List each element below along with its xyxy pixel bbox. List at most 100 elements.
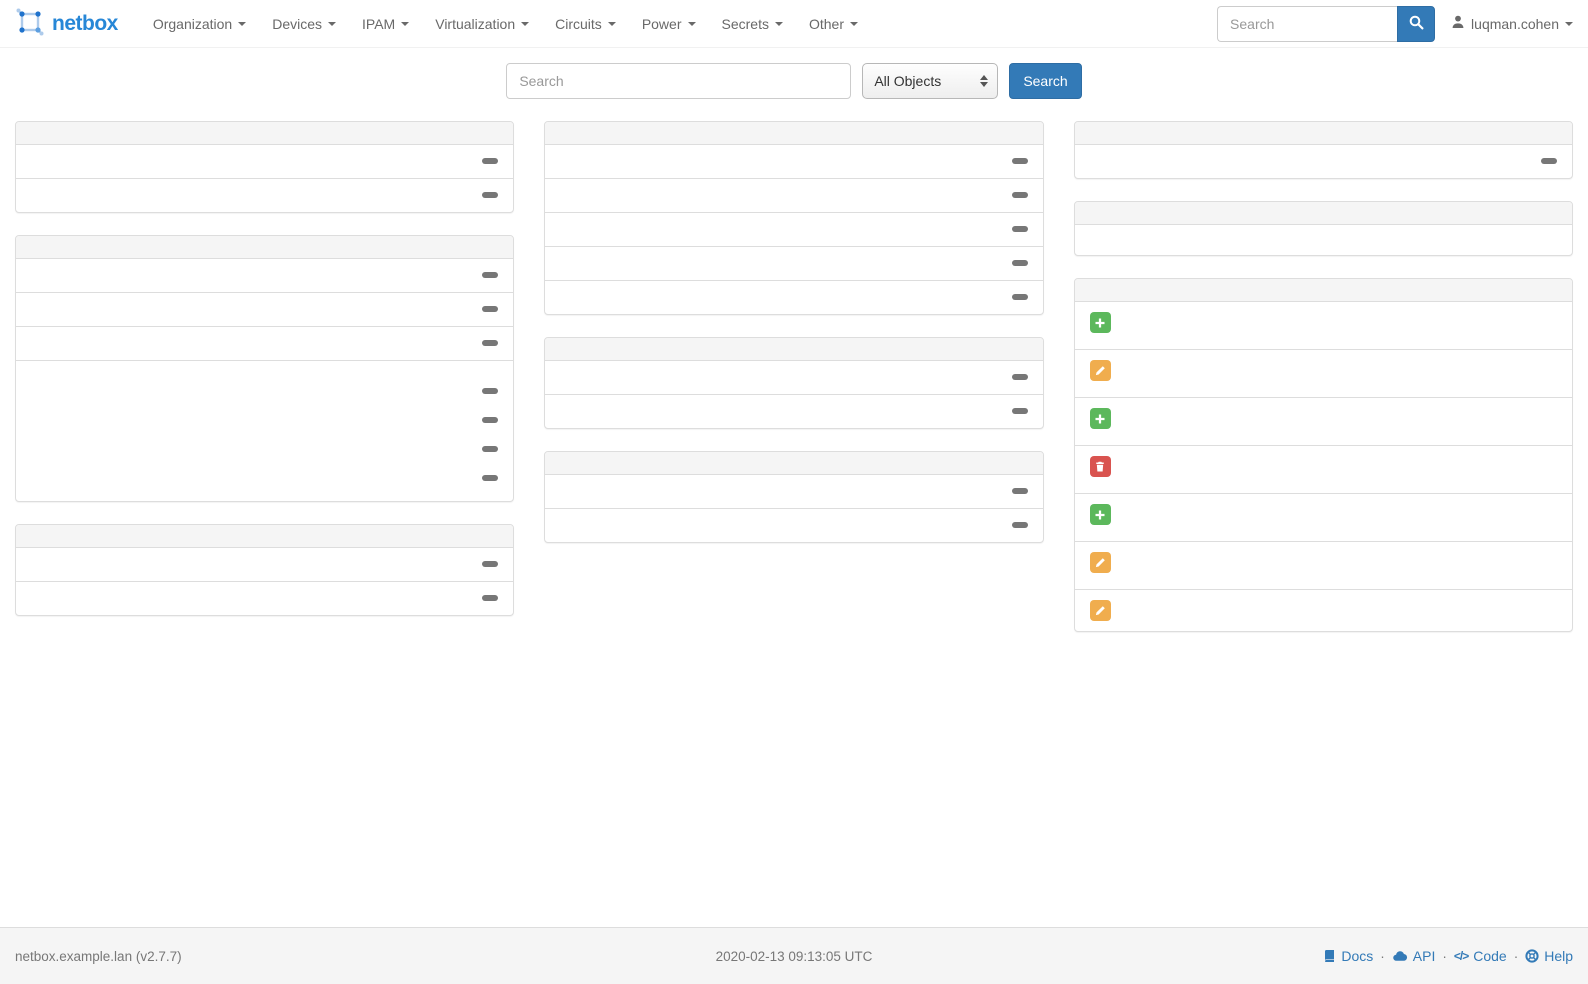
changelog-entry-line: [1090, 600, 1557, 621]
count-badge-interfaces: [482, 417, 498, 423]
count-badge-power-feeds: [482, 561, 498, 567]
add-icon: [1090, 504, 1111, 525]
item-head: [560, 155, 1027, 164]
nav-menu-label: IPAM: [362, 16, 395, 32]
nav-menu-label: Devices: [272, 16, 322, 32]
panel-item-power-feeds: [16, 548, 513, 581]
select-stepper-icon: [980, 75, 988, 87]
item-head: [560, 189, 1027, 198]
item-head: [31, 337, 498, 346]
panel-item-device-types: [16, 292, 513, 326]
panel-item-sites: [16, 145, 513, 178]
panel-dcim: [15, 235, 514, 502]
navbar-search-input[interactable]: [1217, 6, 1397, 42]
footer-link-help[interactable]: Help: [1525, 948, 1573, 964]
chevron-down-icon: [238, 22, 246, 26]
nav-menu-virtualization[interactable]: Virtualization: [422, 0, 542, 48]
footer-hostname: netbox.example.lan (v2.7.7): [15, 949, 182, 964]
dashboard: [0, 109, 1588, 927]
user-menu[interactable]: luqman.cohen: [1451, 15, 1573, 32]
page: netbox Organization Devices IPAM Virtualiza…: [0, 0, 1588, 984]
footer-link-code[interactable]: </>Code: [1454, 948, 1507, 964]
brand-name: netbox: [52, 12, 118, 36]
nav-menu-power[interactable]: Power: [629, 0, 709, 48]
panel-item-clusters: [545, 475, 1042, 508]
chevron-down-icon: [608, 22, 616, 26]
count-badge-vlans: [1012, 294, 1028, 300]
footer-link-api[interactable]: API: [1392, 948, 1436, 964]
changelog-entry: [1075, 493, 1572, 541]
dashboard-column-3: [1074, 121, 1573, 632]
count-badge-power: [482, 475, 498, 481]
count-badge-secrets: [1541, 158, 1557, 164]
footer: netbox.example.lan (v2.7.7) 2020-02-13 0…: [0, 927, 1588, 984]
chevron-down-icon: [688, 22, 696, 26]
api-icon: [1392, 949, 1408, 963]
add-icon: [1090, 408, 1111, 429]
changelog-entry: [1075, 397, 1572, 445]
global-search-input[interactable]: [506, 63, 851, 99]
panel-change-log: [1074, 278, 1573, 632]
changelog-entry: [1075, 349, 1572, 397]
count-badge-clusters: [1012, 488, 1028, 494]
nav-menu-secrets[interactable]: Secrets: [709, 0, 796, 48]
panel-title-power: [16, 525, 513, 548]
nav-menu-other[interactable]: Other: [796, 0, 871, 48]
panel-title-secrets: [1075, 122, 1572, 145]
dashboard-column-2: [544, 121, 1043, 543]
footer-link-label: API: [1413, 948, 1436, 964]
panel-title-circuits: [545, 338, 1042, 361]
count-badge-vrfs: [1012, 158, 1028, 164]
nav-menu-devices[interactable]: Devices: [259, 0, 349, 48]
panel-power: [15, 524, 514, 616]
nav-menu-circuits[interactable]: Circuits: [542, 0, 629, 48]
username: luqman.cohen: [1471, 16, 1559, 32]
global-search-button[interactable]: Search: [1009, 63, 1081, 99]
panel-title-ipam: [545, 122, 1042, 145]
footer-separator: ·: [1442, 949, 1447, 964]
footer-timestamp: 2020-02-13 09:13:05 UTC: [716, 949, 873, 964]
footer-separator: ·: [1514, 949, 1519, 964]
panel-title-virtualization: [545, 452, 1042, 475]
count-badge-devices: [482, 340, 498, 346]
panel-title-organization: [16, 122, 513, 145]
nav-menu-label: Circuits: [555, 16, 602, 32]
panel-item-prefixes: [545, 212, 1042, 246]
item-head: [1090, 155, 1557, 164]
count-badge-circuits: [1012, 408, 1028, 414]
panel-subsection-connections: [16, 360, 513, 501]
changelog-entry-line: [1090, 360, 1557, 381]
panel-ipam: [544, 121, 1043, 315]
changelog-entry: [1075, 541, 1572, 589]
docs-icon: [1322, 949, 1336, 963]
panel-title-dcim: [16, 236, 513, 259]
footer-links: Docs·API·</>Code·Help: [1322, 948, 1573, 964]
changelog-entry-line: [1090, 504, 1557, 525]
nav-menu-organization[interactable]: Organization: [140, 0, 259, 48]
count-badge-sites: [482, 158, 498, 164]
panel-item-providers: [545, 361, 1042, 394]
help-icon: [1525, 949, 1539, 963]
search-icon: [1409, 15, 1424, 33]
panel-secrets: [1074, 121, 1573, 179]
chevron-down-icon: [850, 22, 858, 26]
item-head: [560, 291, 1027, 300]
brand[interactable]: netbox: [15, 7, 118, 40]
item-head: [31, 558, 498, 567]
count-badge-device-types: [482, 306, 498, 312]
panel-item-power-panels: [16, 581, 513, 615]
count-badge-cables: [482, 388, 498, 394]
navbar: netbox Organization Devices IPAM Virtualiza…: [0, 0, 1588, 48]
object-type-select[interactable]: All Objects: [862, 63, 998, 99]
panel-item-tenants: [16, 178, 513, 212]
panel-item-circuits: [545, 394, 1042, 428]
panel-item-ip-addresses: [545, 246, 1042, 280]
changelog-entry-line: [1090, 456, 1557, 477]
item-head: [560, 519, 1027, 528]
subsection-row-power: [31, 462, 498, 491]
nav-menu-ipam[interactable]: IPAM: [349, 0, 422, 48]
count-badge-ip-addresses: [1012, 260, 1028, 266]
footer-link-docs[interactable]: Docs: [1322, 948, 1373, 964]
navbar-search-button[interactable]: [1397, 6, 1435, 42]
add-icon: [1090, 312, 1111, 333]
